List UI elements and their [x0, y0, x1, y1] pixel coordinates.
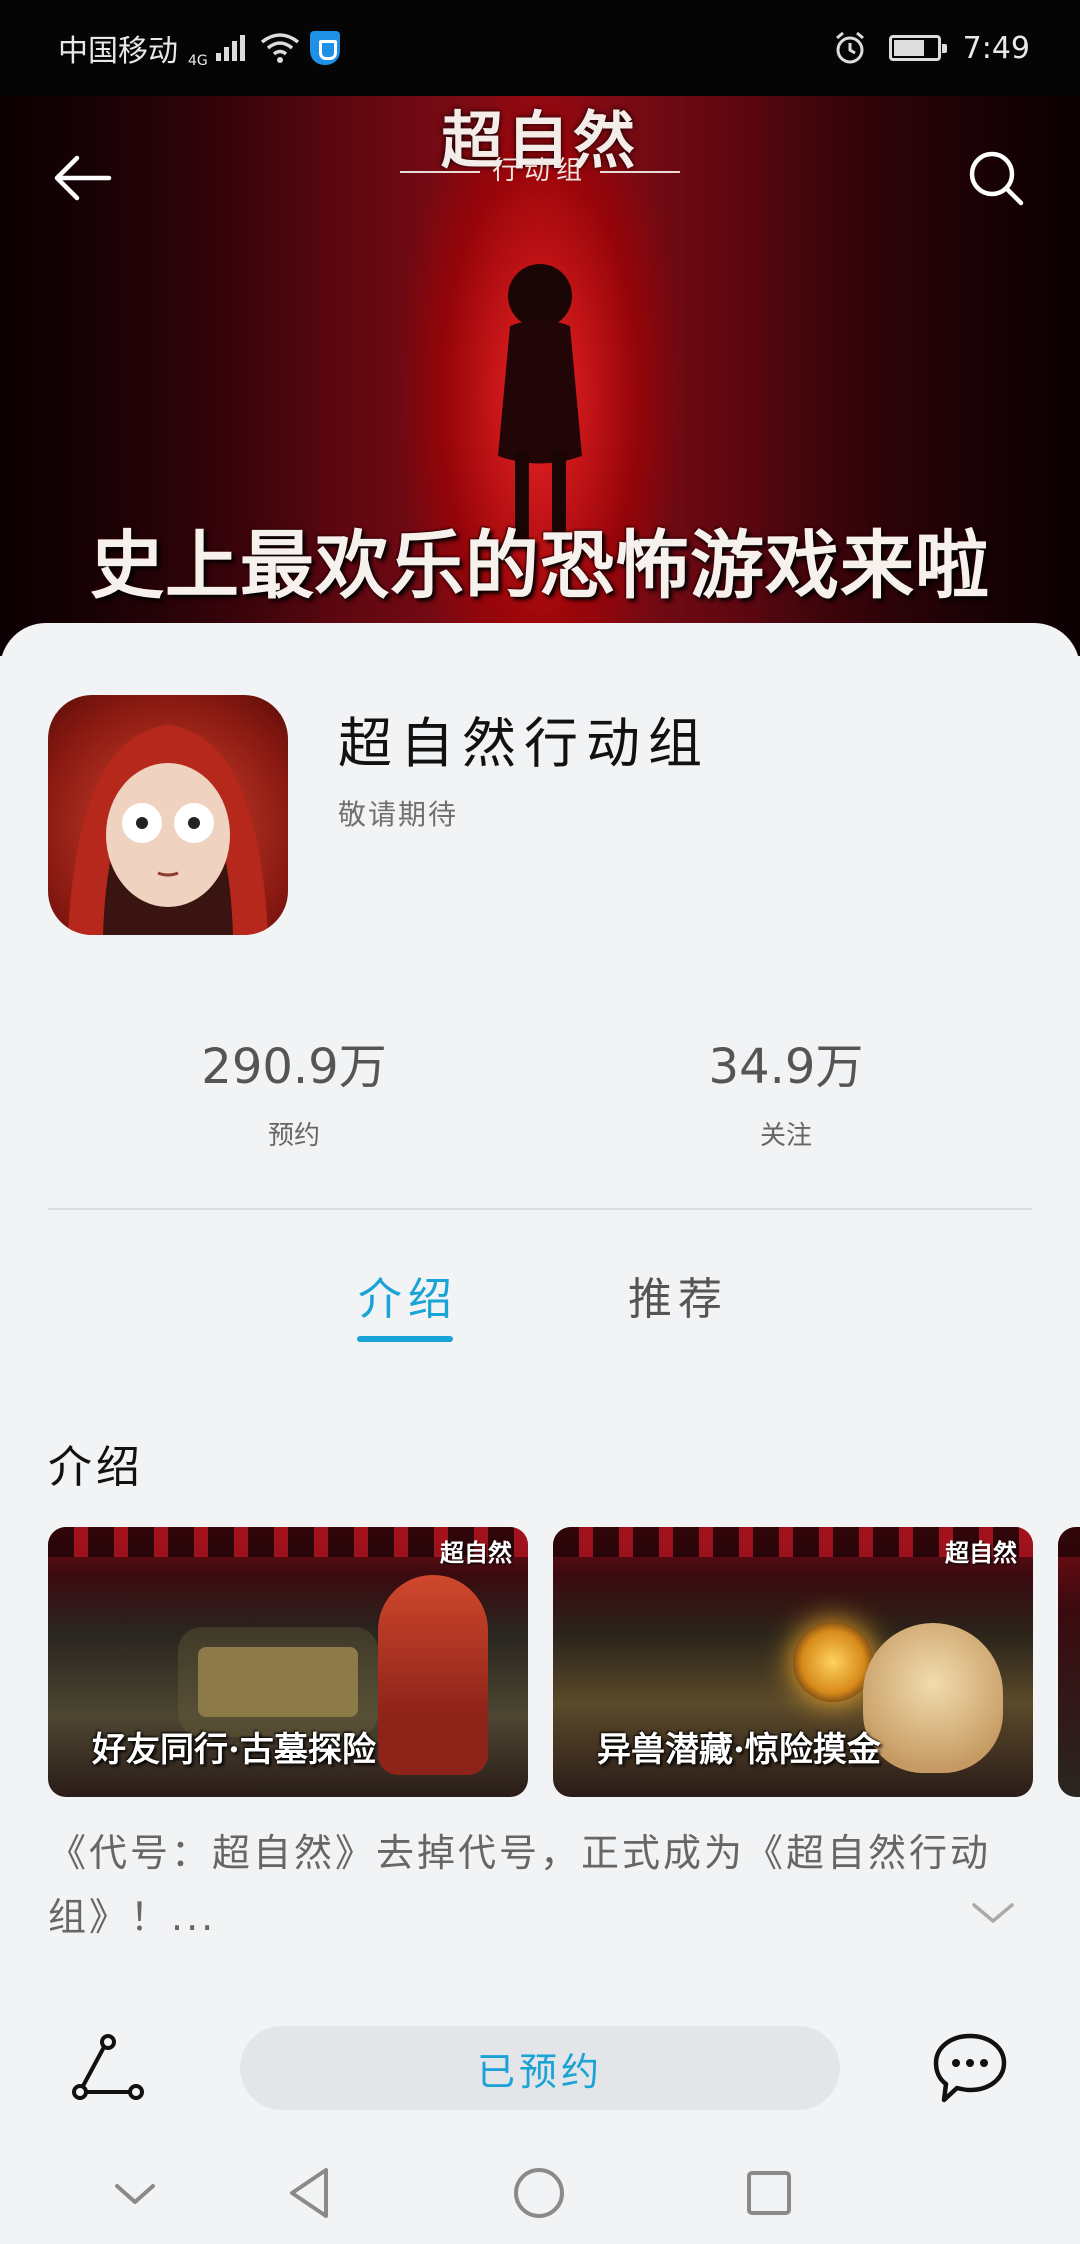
banner-logo-subtitle: 行动组	[0, 150, 1080, 187]
scene-altar	[198, 1647, 358, 1717]
chevron-down-icon	[972, 1903, 1014, 1923]
chevron-down-icon	[115, 2184, 155, 2204]
hero-banner: 超自然 行动组 史上最欢乐的恐怖游戏来啦	[0, 96, 1080, 656]
carrier-label: 中国移动	[58, 34, 178, 69]
nav-recents-square-icon	[747, 2171, 791, 2215]
stat-label: 预约	[267, 1121, 320, 1151]
status-time: 7:49	[962, 30, 1030, 66]
screenshot-logo: 超自然	[440, 1539, 512, 1567]
app-icon	[48, 695, 288, 935]
scene-lantern	[793, 1622, 873, 1702]
wifi-icon	[260, 33, 299, 63]
expand-description-button[interactable]	[968, 1893, 1018, 1933]
screenshot-thumbnail-partial[interactable]	[1058, 1527, 1080, 1797]
share-icon	[72, 2034, 144, 2100]
nav-back-triangle-icon	[290, 2168, 328, 2218]
stat-label: 关注	[759, 1121, 812, 1151]
nav-collapse-button[interactable]	[100, 2158, 170, 2228]
film-strip-decoration	[1058, 1527, 1080, 1557]
share-button[interactable]	[70, 2030, 146, 2106]
nav-back-button[interactable]	[274, 2158, 344, 2228]
divider	[48, 1208, 1032, 1210]
scene-character	[378, 1575, 488, 1775]
battery-icon	[888, 35, 947, 61]
app-detail-sheet: 超自然行动组 敬请期待 290.9万 预约 34.9万 关注 介绍 推荐 介绍 …	[0, 623, 1080, 2244]
app-detail-screen: 中国移动 4G 7:49 超自然 行动组 史上最欢乐的恐怖游戏来啦 超自然行动组…	[0, 0, 1080, 2244]
network-type: 4G	[188, 53, 208, 69]
security-shield-icon	[309, 31, 340, 65]
intro-section-title: 介绍	[48, 1442, 144, 1493]
screenshot-thumbnail[interactable]: 超自然 异兽潜藏·惊险摸金	[553, 1527, 1033, 1797]
nav-home-circle-icon	[514, 2168, 564, 2218]
app-release-status: 敬请期待	[338, 798, 459, 831]
scene-creature	[863, 1623, 1003, 1773]
app-icon-art	[68, 725, 268, 935]
status-bar: 中国移动 4G 7:49	[0, 0, 1080, 96]
screenshot-caption: 好友同行·古墓探险	[92, 1730, 376, 1770]
app-title: 超自然行动组	[338, 712, 710, 775]
reserved-button[interactable]: 已预约	[240, 2026, 840, 2110]
tab-recommend[interactable]: 推荐	[628, 1263, 728, 1327]
stat-reservations: 290.9万 预约	[144, 1027, 444, 1152]
back-button[interactable]	[42, 138, 122, 218]
search-button[interactable]	[956, 138, 1036, 218]
back-arrow-icon	[54, 155, 112, 201]
stat-followers: 34.9万 关注	[636, 1027, 936, 1152]
screenshot-logo: 超自然	[945, 1539, 1017, 1567]
stat-value: 34.9万	[708, 1039, 864, 1095]
comment-button[interactable]	[930, 2030, 1010, 2106]
banner-slogan: 史上最欢乐的恐怖游戏来啦	[90, 523, 990, 609]
nav-recents-button[interactable]	[734, 2158, 804, 2228]
search-icon	[969, 151, 1024, 206]
comment-icon	[933, 2033, 1007, 2103]
intro-description: 《代号：超自然》去掉代号，正式成为《超自然行动组》！...	[48, 1831, 992, 1939]
screenshot-caption: 异兽潜藏·惊险摸金	[597, 1730, 881, 1770]
system-nav-bar	[0, 2140, 1080, 2244]
status-left: 中国移动 4G	[58, 26, 340, 70]
nav-home-button[interactable]	[504, 2158, 574, 2228]
status-right: 7:49	[833, 31, 1030, 66]
stat-value: 290.9万	[201, 1039, 387, 1095]
alarm-icon	[835, 31, 864, 64]
tab-intro[interactable]: 介绍	[358, 1263, 458, 1327]
signal-icon	[215, 35, 245, 61]
screenshot-thumbnail[interactable]: 超自然 好友同行·古墓探险	[48, 1527, 528, 1797]
active-tab-indicator	[357, 1336, 453, 1342]
